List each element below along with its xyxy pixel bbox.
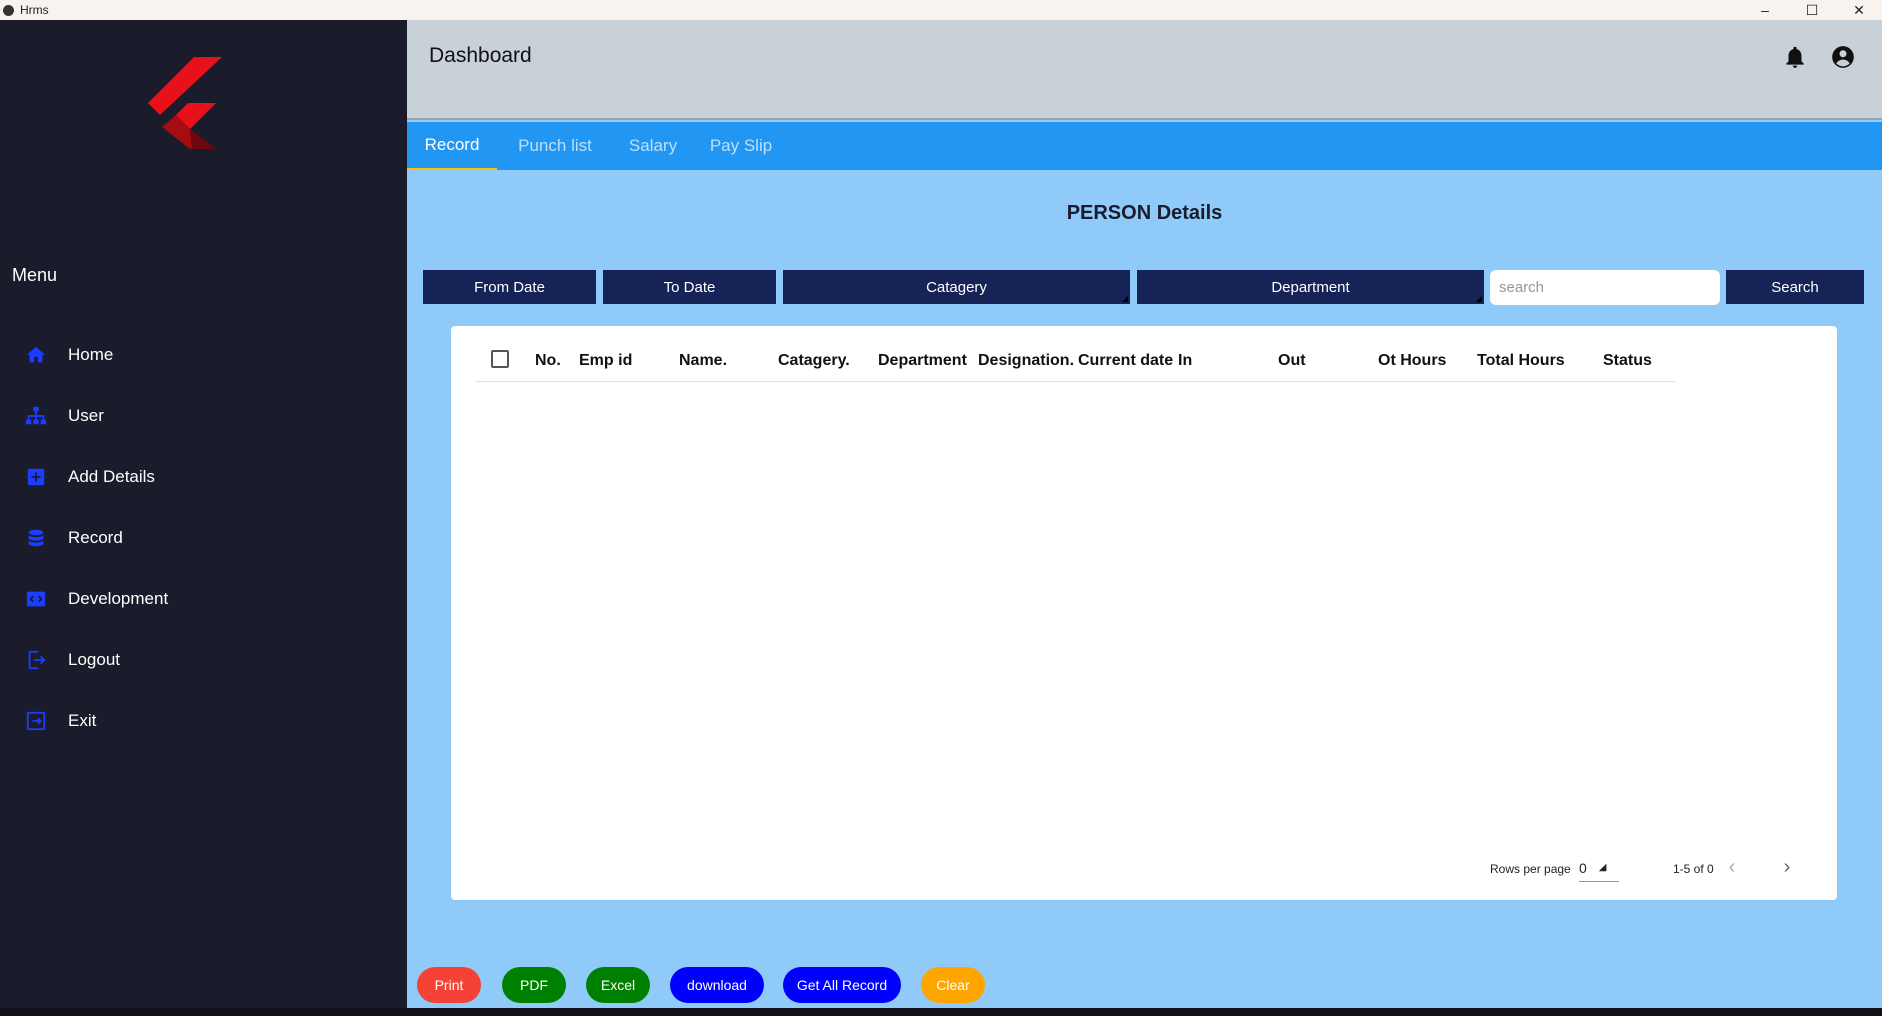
pagination-range: 1-5 of 0 <box>1673 862 1714 876</box>
sidebar-item-exit[interactable]: Exit <box>0 698 407 744</box>
exit-icon <box>24 709 48 733</box>
dropdown-arrow-icon: ◢ <box>1598 862 1607 873</box>
logout-icon <box>24 648 48 672</box>
sidebar-item-add-details[interactable]: Add Details <box>0 454 407 500</box>
close-button[interactable]: ✕ <box>1837 0 1881 20</box>
page-title: Dashboard <box>429 44 532 67</box>
sidebar-item-home[interactable]: Home <box>0 332 407 378</box>
home-icon <box>24 343 48 367</box>
get-all-record-button[interactable]: Get All Record <box>783 967 901 1003</box>
column-header[interactable]: Department <box>878 352 967 370</box>
window-title: Hrms <box>20 3 49 17</box>
app-icon <box>3 4 14 16</box>
category-dropdown[interactable]: Catagery <box>783 270 1130 304</box>
database-icon <box>24 526 48 550</box>
category-dropdown-label: Catagery <box>926 278 987 296</box>
sidebar-item-record[interactable]: Record <box>0 515 407 561</box>
taskbar-strip <box>0 1008 1882 1016</box>
section-title: PERSON Details <box>1066 202 1223 224</box>
column-header[interactable]: Ot Hours <box>1378 352 1446 370</box>
tab-pay-slip[interactable]: Pay Slip <box>693 122 789 170</box>
window-title-bar: Hrms – ☐ ✕ <box>0 0 1882 20</box>
maximize-button[interactable]: ☐ <box>1790 0 1834 20</box>
sidebar-item-label: Logout <box>68 650 120 669</box>
sidebar-item-logout[interactable]: Logout <box>0 637 407 683</box>
sidebar-item-label: User <box>68 406 104 425</box>
chevron-right-icon: › <box>1783 855 1791 878</box>
menu-title: Menu <box>12 265 58 285</box>
next-page-button[interactable]: › <box>1772 852 1802 882</box>
search-input[interactable] <box>1490 270 1720 305</box>
add-box-icon <box>24 465 48 489</box>
tab-record[interactable]: Record <box>407 122 497 170</box>
column-header[interactable]: Current date <box>1078 352 1173 370</box>
column-header[interactable]: Emp id <box>579 352 632 370</box>
rows-per-page-label: Rows per page <box>1490 862 1571 876</box>
search-button[interactable]: Search <box>1726 270 1864 304</box>
sidebar: Menu Home User Add Details Record Develo… <box>0 20 407 1010</box>
clear-button[interactable]: Clear <box>921 967 985 1003</box>
flutter-logo <box>148 57 222 149</box>
print-button[interactable]: Print <box>417 967 481 1003</box>
table-header: No. Emp id Name. Catagery. Department De… <box>475 340 1675 382</box>
column-header[interactable]: Catagery. <box>778 352 850 370</box>
column-header[interactable]: Out <box>1278 352 1306 370</box>
previous-page-button[interactable]: ‹ <box>1717 852 1747 882</box>
to-date-button[interactable]: To Date <box>603 270 776 304</box>
tab-punch-list[interactable]: Punch list <box>497 122 613 170</box>
column-header[interactable]: Designation. <box>978 352 1074 370</box>
rows-per-page-value: 0 <box>1579 859 1587 876</box>
pdf-button[interactable]: PDF <box>502 967 566 1003</box>
account-circle-icon[interactable] <box>1830 44 1856 70</box>
minimize-button[interactable]: – <box>1743 0 1787 20</box>
excel-button[interactable]: Excel <box>586 967 650 1003</box>
data-table-card: No. Emp id Name. Catagery. Department De… <box>451 326 1837 900</box>
select-all-checkbox[interactable] <box>491 350 509 368</box>
sidebar-item-label: Development <box>68 589 169 608</box>
column-header[interactable]: No. <box>535 352 561 370</box>
sidebar-item-label: Exit <box>68 711 97 730</box>
sidebar-item-label: Home <box>68 345 114 364</box>
sidebar-item-label: Add Details <box>68 467 155 486</box>
download-button[interactable]: download <box>670 967 764 1003</box>
sidebar-item-user[interactable]: User <box>0 393 407 439</box>
department-dropdown-label: Department <box>1271 278 1350 296</box>
department-dropdown[interactable]: Department <box>1137 270 1484 304</box>
column-header[interactable]: In <box>1178 352 1192 370</box>
rows-per-page-select[interactable]: 0 ◢ <box>1579 854 1619 882</box>
org-chart-icon <box>24 404 48 428</box>
dropdown-corner-icon <box>1476 296 1482 302</box>
dropdown-corner-icon <box>1122 296 1128 302</box>
tab-salary[interactable]: Salary <box>613 122 693 170</box>
from-date-button[interactable]: From Date <box>423 270 596 304</box>
bell-icon[interactable] <box>1782 44 1808 70</box>
sidebar-item-development[interactable]: Development <box>0 576 407 622</box>
column-header[interactable]: Total Hours <box>1477 352 1565 370</box>
main-content: Dashboard Record Punch list Salary Pay S… <box>407 20 1882 1010</box>
column-header[interactable]: Status <box>1603 352 1652 370</box>
column-header[interactable]: Name. <box>679 352 727 370</box>
sidebar-item-label: Record <box>68 528 123 547</box>
tab-bar: Record Punch list Salary Pay Slip <box>407 122 1882 170</box>
code-window-icon <box>24 587 48 611</box>
chevron-left-icon: ‹ <box>1728 855 1736 878</box>
app-bar: Dashboard <box>407 20 1882 120</box>
